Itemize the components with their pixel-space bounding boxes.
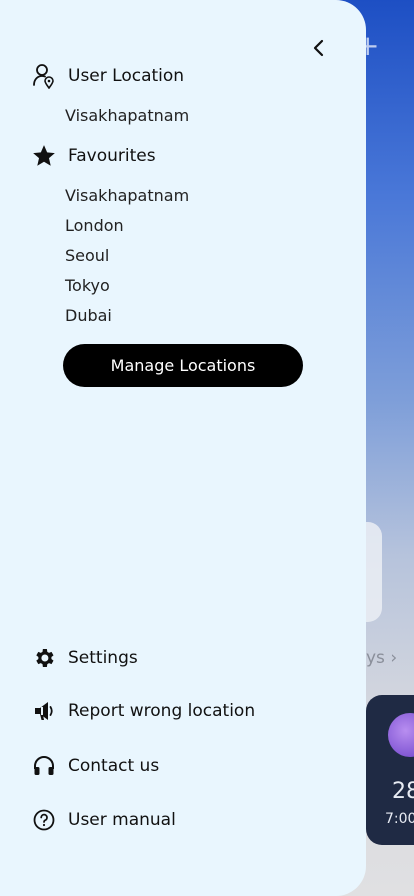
manage-locations-button[interactable]: Manage Locations [63,344,303,387]
headphones-icon [30,752,58,780]
user-location-header: User Location [30,62,184,90]
forecast-temp: 28 [392,779,414,804]
menu-item-label: Report wrong location [68,701,256,721]
gear-icon [30,644,58,672]
days-link[interactable]: ys › [366,648,397,668]
menu-item-contact-us[interactable]: Contact us [30,751,159,781]
chevron-right-icon: › [390,648,398,668]
favourite-item[interactable]: Seoul [65,246,109,266]
user-location-icon [30,62,58,90]
menu-item-label: Settings [68,648,138,668]
user-location-title: User Location [68,66,185,86]
favourites-title: Favourites [68,146,156,166]
star-icon [30,142,58,170]
side-drawer: User Location Visakhapatnam Favourites V… [0,0,366,896]
menu-item-user-manual[interactable]: User manual [30,805,176,835]
favourite-item[interactable]: Tokyo [65,276,110,296]
favourite-item[interactable]: Visakhapatnam [65,186,189,206]
user-location-value[interactable]: Visakhapatnam [65,106,189,126]
forecast-time: 7:00 [385,811,414,827]
help-circle-icon [30,806,58,834]
forecast-card[interactable]: 28 7:00 [366,695,414,845]
favourite-item[interactable]: Dubai [65,306,112,326]
megaphone-icon [30,697,58,725]
close-drawer-button[interactable] [306,35,332,61]
menu-item-report-location[interactable]: Report wrong location [30,696,255,726]
menu-item-label: Contact us [68,756,160,776]
favourite-item[interactable]: London [65,216,124,236]
chevron-left-icon [313,39,324,57]
favourites-header: Favourites [30,142,156,170]
menu-item-label: User manual [68,810,176,830]
moon-cloud-icon [388,713,414,757]
days-label: ys [366,648,385,668]
menu-item-settings[interactable]: Settings [30,643,138,673]
